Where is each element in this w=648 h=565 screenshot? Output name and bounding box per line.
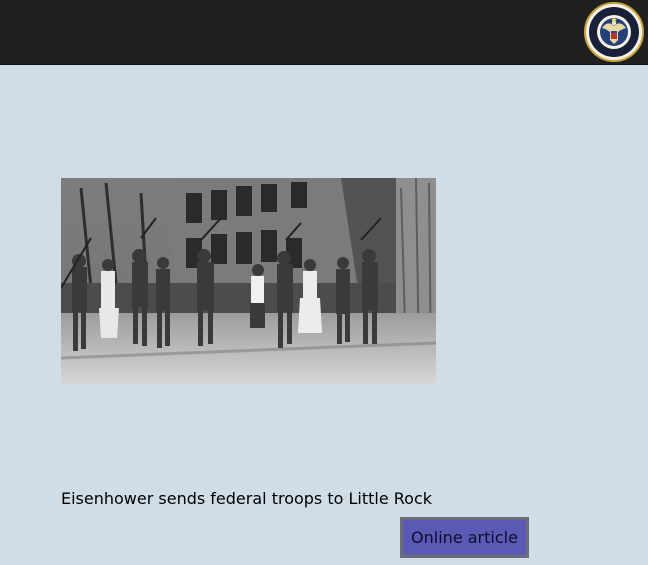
historical-photo-troops: [61, 178, 436, 385]
online-article-button[interactable]: Online article: [400, 517, 529, 558]
photo-caption: Eisenhower sends federal troops to Littl…: [61, 489, 433, 508]
presidential-seal-icon: [584, 2, 644, 62]
top-bar: [0, 0, 648, 65]
troops-photo: [61, 178, 436, 385]
